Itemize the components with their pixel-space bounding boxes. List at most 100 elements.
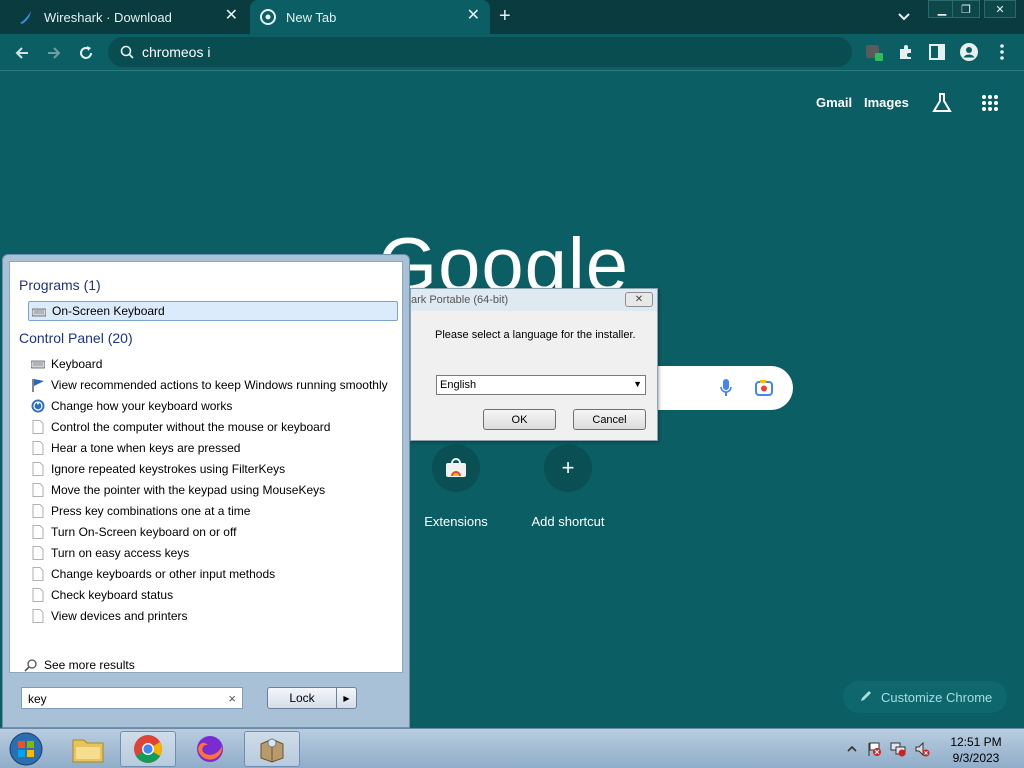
- program-on-screen-keyboard[interactable]: On-Screen Keyboard: [28, 301, 398, 321]
- cp-item-control-without-mouse[interactable]: Control the computer without the mouse o…: [28, 417, 398, 437]
- volume-muted-icon[interactable]: [914, 741, 930, 757]
- start-button[interactable]: [0, 731, 52, 767]
- dialog-close-button[interactable]: ✕: [625, 292, 653, 307]
- search-input-value: key: [28, 692, 47, 706]
- dropdown-arrow-icon[interactable]: ▼: [633, 379, 642, 389]
- item-label: Control the computer without the mouse o…: [51, 420, 331, 434]
- action-center-flag-icon[interactable]: [866, 741, 882, 757]
- cp-item-input-methods[interactable]: Change keyboards or other input methods: [28, 564, 398, 584]
- page-icon: [32, 504, 44, 518]
- gmail-link[interactable]: Gmail: [816, 95, 852, 110]
- reload-button[interactable]: [75, 42, 97, 64]
- system-clock[interactable]: 12:51 PM 9/3/2023: [946, 734, 1006, 766]
- chrome-web-store-icon: [432, 444, 480, 492]
- labs-flask-icon[interactable]: [931, 92, 953, 114]
- search-icon: [120, 45, 134, 59]
- cp-item-keyboard[interactable]: Keyboard: [28, 354, 398, 374]
- language-select[interactable]: English ▼: [436, 375, 646, 395]
- page-icon: [32, 588, 44, 602]
- tab-wireshark-download[interactable]: Wireshark · Download ✕: [8, 0, 248, 34]
- taskbar-installer[interactable]: [244, 731, 300, 767]
- item-label: Turn on easy access keys: [51, 546, 190, 560]
- reload-icon: [80, 46, 92, 59]
- cp-item-mousekeys[interactable]: Move the pointer with the keypad using M…: [28, 480, 398, 500]
- control-panel-heading[interactable]: Control Panel (20): [19, 330, 133, 346]
- ok-button[interactable]: OK: [483, 409, 556, 430]
- item-label: Change keyboards or other input methods: [51, 567, 276, 581]
- close-tab-icon[interactable]: ✕: [225, 8, 238, 24]
- customize-chrome-button[interactable]: Customize Chrome: [843, 681, 1007, 713]
- forward-button[interactable]: [43, 42, 65, 64]
- back-button[interactable]: [11, 42, 33, 64]
- taskbar-chrome[interactable]: [120, 731, 176, 767]
- clear-search-icon[interactable]: ×: [228, 691, 236, 706]
- clock-time: 12:51 PM: [950, 735, 1002, 749]
- microphone-icon[interactable]: [719, 378, 733, 398]
- lock-button[interactable]: Lock: [267, 687, 337, 709]
- page-icon: [32, 525, 44, 539]
- cancel-button[interactable]: Cancel: [573, 409, 646, 430]
- extension-button[interactable]: [864, 42, 884, 62]
- cp-item-access-keys[interactable]: Turn on easy access keys: [28, 543, 398, 563]
- restore-button[interactable]: ❐: [952, 0, 980, 18]
- cp-item-sticky-keys[interactable]: Press key combinations one at a time: [28, 501, 398, 521]
- pencil-icon: [861, 691, 871, 701]
- cp-item-osk-toggle[interactable]: Turn On-Screen keyboard on or off: [28, 522, 398, 542]
- show-hidden-icons-arrow[interactable]: [844, 741, 860, 757]
- tab-title: New Tab: [286, 9, 337, 25]
- cp-item-keyboard-works[interactable]: Change how your keyboard works: [28, 396, 398, 416]
- see-more-results-link[interactable]: See more results: [24, 658, 135, 672]
- shortcut-label: Extensions: [424, 514, 488, 529]
- clock-date: 9/3/2023: [952, 751, 1000, 765]
- close-window-button[interactable]: ✕: [984, 0, 1016, 18]
- apps-grid-icon[interactable]: [981, 94, 999, 112]
- dialog-title-bar[interactable]: ark Portable (64-bit) ✕: [411, 289, 657, 311]
- item-label: Ignore repeated keystrokes using FilterK…: [51, 462, 286, 476]
- taskbar-firefox[interactable]: [182, 731, 238, 767]
- shutdown-options-arrow[interactable]: ▶: [337, 687, 357, 709]
- side-panel-icon: [929, 44, 945, 60]
- chevron-down-icon[interactable]: [896, 9, 912, 25]
- magnifier-icon: [24, 659, 37, 672]
- extensions-button[interactable]: [896, 42, 916, 62]
- taskbar-explorer[interactable]: [60, 731, 116, 767]
- omnibox[interactable]: chromeos i: [108, 37, 852, 67]
- google-lens-icon[interactable]: [754, 378, 774, 398]
- chrome-menu-button[interactable]: [992, 42, 1012, 62]
- tab-new-tab[interactable]: New Tab ✕: [250, 0, 490, 34]
- arrow-right-icon: [48, 47, 61, 59]
- windows-taskbar: 12:51 PM 9/3/2023: [0, 728, 1024, 768]
- keyboard-icon: [32, 308, 46, 317]
- cp-item-action-center[interactable]: View recommended actions to keep Windows…: [28, 375, 398, 395]
- browser-tab-strip: Wireshark · Download ✕ New Tab ✕ + ▁ ❐ ✕: [0, 0, 1024, 34]
- wireshark-fin-icon: [20, 11, 31, 24]
- shortcut-add[interactable]: + Add shortcut: [513, 444, 623, 529]
- page-icon: [32, 483, 44, 497]
- shortcut-extensions[interactable]: Extensions: [401, 444, 511, 529]
- dialog-title: ark Portable (64-bit): [411, 294, 509, 306]
- network-icon[interactable]: [890, 741, 906, 757]
- images-link[interactable]: Images: [864, 95, 909, 110]
- installer-package-icon: [260, 738, 284, 763]
- installer-language-dialog: ark Portable (64-bit) ✕ Please select a …: [410, 288, 658, 441]
- programs-heading[interactable]: Programs (1): [19, 277, 101, 293]
- keyboard-icon: [31, 360, 45, 369]
- side-panel-button[interactable]: [927, 42, 947, 62]
- cp-item-keyboard-status[interactable]: Check keyboard status: [28, 585, 398, 605]
- cp-item-devices-printers[interactable]: View devices and printers: [28, 606, 398, 626]
- start-menu-results-panel: Programs (1) On-Screen Keyboard Control …: [9, 261, 403, 673]
- close-tab-icon[interactable]: ✕: [467, 8, 480, 24]
- plus-icon: +: [544, 444, 592, 492]
- start-search-input[interactable]: key ×: [21, 687, 243, 709]
- extension-badge-icon: [866, 45, 883, 61]
- item-label: Move the pointer with the keypad using M…: [51, 483, 326, 497]
- profile-button[interactable]: [959, 42, 979, 62]
- item-label: View devices and printers: [51, 609, 188, 623]
- item-label: On-Screen Keyboard: [52, 304, 165, 318]
- cp-item-hear-tone[interactable]: Hear a tone when keys are pressed: [28, 438, 398, 458]
- cp-item-filterkeys[interactable]: Ignore repeated keystrokes using FilterK…: [28, 459, 398, 479]
- omnibox-text: chromeos i: [142, 44, 211, 60]
- new-tab-button[interactable]: +: [499, 6, 511, 26]
- ease-of-access-icon: [31, 399, 45, 413]
- page-icon: [32, 609, 44, 623]
